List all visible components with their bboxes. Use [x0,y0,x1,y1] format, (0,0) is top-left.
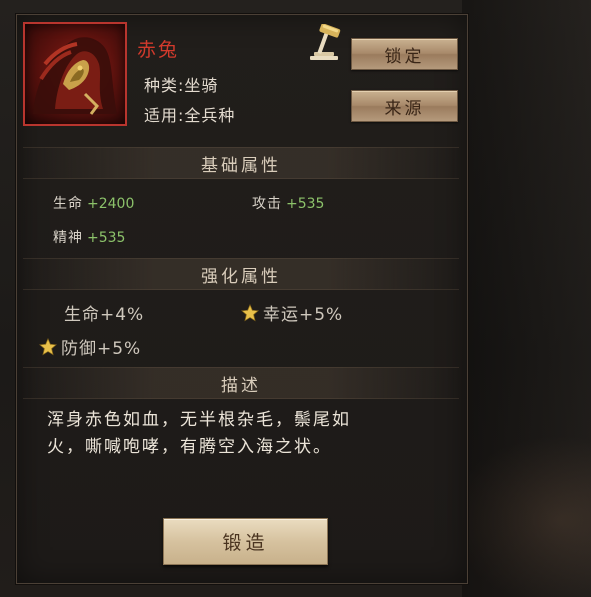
stat-value: +535 [87,230,126,246]
item-description: 浑身赤色如血，无半根杂毛，鬃尾如 火，嘶喊咆哮，有腾空入海之状。 [47,407,447,461]
stat-label: 生命 [53,196,83,212]
lock-button[interactable]: 锁定 [351,38,458,70]
hammer-icon[interactable] [304,24,344,64]
item-portrait [23,22,127,126]
base-attributes-header: 基础属性 [23,147,459,179]
stat-label: 攻击 [252,196,282,212]
item-usage: 适用:全兵种 [144,106,236,125]
enhance-defense: 防御+5% [39,334,141,359]
stat-value: +535 [286,196,325,212]
enhance-label: 幸运+5% [263,305,344,325]
description-line: 火，嘶喊咆哮，有腾空入海之状。 [47,437,332,457]
description-line: 浑身赤色如血，无半根杂毛，鬃尾如 [47,410,351,430]
item-name: 赤兔 [137,39,180,61]
star-icon [39,337,57,355]
source-button[interactable]: 来源 [351,90,458,122]
description-header: 描述 [23,367,459,399]
stat-label: 精神 [53,230,83,246]
enhance-attributes-header: 强化属性 [23,258,459,290]
enhance-hp: 生命+4% [64,300,144,325]
stat-hp: 生命 +2400 [53,193,134,213]
enhance-label: 防御+5% [61,339,142,359]
star-icon [241,303,259,321]
horse-portrait-image [33,37,117,115]
background-edge [462,0,591,597]
item-type: 种类:坐骑 [144,76,219,95]
stat-attack: 攻击 +535 [252,193,324,213]
stat-value: +2400 [87,196,135,212]
item-detail-panel: 赤兔 种类:坐骑 适用:全兵种 锁定 来源 基础属性 生命 +2400 攻击 +53… [16,14,468,584]
forge-button[interactable]: 锻造 [163,518,328,565]
enhance-label: 生命+4% [64,305,145,325]
stat-spirit: 精神 +535 [53,227,125,247]
enhance-luck: 幸运+5% [241,300,343,325]
